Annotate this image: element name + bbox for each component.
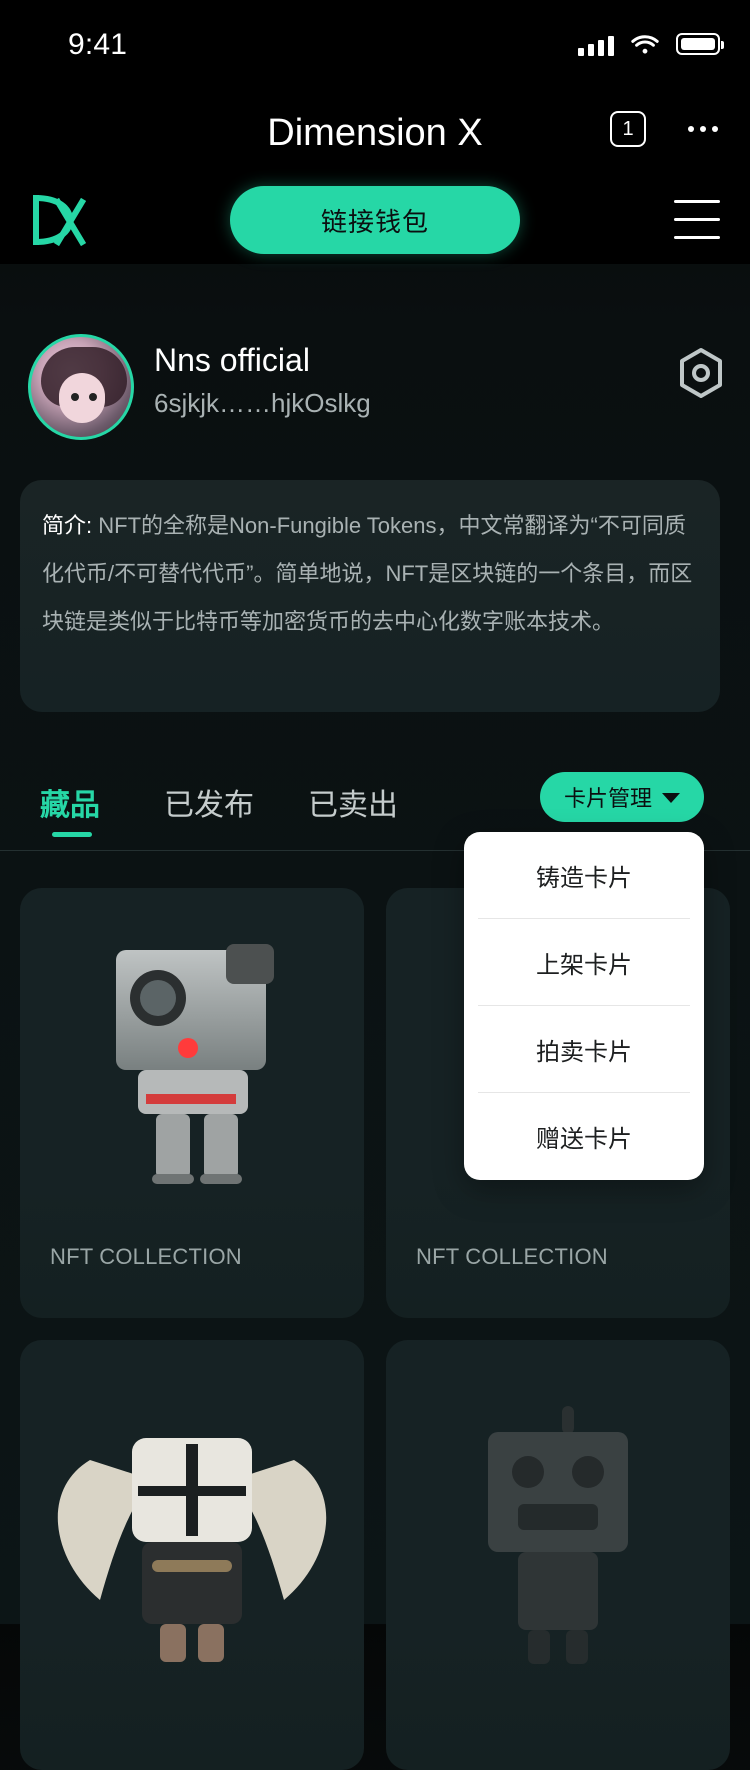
winged-robot-image — [57, 1438, 327, 1662]
nft-card-label: NFT COLLECTION — [50, 1244, 242, 1269]
intro-text: NFT的全称是Non-Fungible Tokens，中文常翻译为“不可同质化代… — [42, 513, 693, 634]
avatar[interactable] — [28, 334, 134, 440]
cellular-signal-icon — [578, 32, 614, 56]
menu-item-auction-card[interactable]: 拍卖卡片 — [464, 1006, 704, 1093]
chevron-down-icon — [662, 793, 680, 803]
menu-item-gift-card[interactable]: 赠送卡片 — [464, 1093, 704, 1180]
status-bar: 9:41 — [0, 0, 750, 96]
top-bar: Dimension X 1 链接钱包 — [0, 96, 750, 264]
tab-collections[interactable]: 藏品 — [40, 780, 100, 824]
camera-robot-image — [116, 944, 274, 1184]
tab-published[interactable]: 已发布 — [164, 780, 254, 824]
dimension-x-logo — [32, 194, 86, 247]
status-time: 9:41 — [68, 28, 128, 61]
status-icons — [578, 32, 724, 56]
wifi-icon — [631, 35, 659, 54]
more-icon[interactable] — [686, 124, 720, 134]
nft-card[interactable]: NFT COLLECTION — [20, 888, 364, 1318]
card-management-button[interactable]: 卡片管理 — [540, 772, 704, 822]
profile-section: Nns official 6sjkjk……hjkOslkg — [28, 334, 728, 444]
profile-name: Nns official — [154, 342, 310, 378]
menu-item-list-card[interactable]: 上架卡片 — [464, 919, 704, 1006]
menu-item-mint-card[interactable]: 铸造卡片 — [464, 832, 704, 919]
card-management-menu: 铸造卡片 上架卡片 拍卖卡片 赠送卡片 — [464, 832, 704, 1180]
battery-icon — [676, 33, 724, 55]
nft-card-label: NFT COLLECTION — [416, 1244, 608, 1269]
tabs-count-badge[interactable]: 1 — [610, 111, 646, 147]
card-management-label: 卡片管理 — [563, 786, 652, 811]
nft-card[interactable] — [20, 1340, 364, 1770]
active-tab-indicator — [52, 832, 92, 837]
intro-label: 简介: — [42, 513, 93, 538]
connect-wallet-button[interactable]: 链接钱包 — [230, 186, 520, 254]
intro-text-block: 简介: NFT的全称是Non-Fungible Tokens，中文常翻译为“不可… — [42, 502, 698, 646]
nft-card[interactable] — [386, 1340, 730, 1770]
menu-icon[interactable] — [674, 200, 720, 240]
settings-icon[interactable] — [674, 346, 728, 400]
classic-robot-image — [488, 1406, 628, 1664]
tab-sold[interactable]: 已卖出 — [308, 780, 398, 824]
intro-card: 简介: NFT的全称是Non-Fungible Tokens，中文常翻译为“不可… — [20, 480, 720, 712]
wallet-address[interactable]: 6sjkjk……hjkOslkg — [154, 388, 371, 419]
